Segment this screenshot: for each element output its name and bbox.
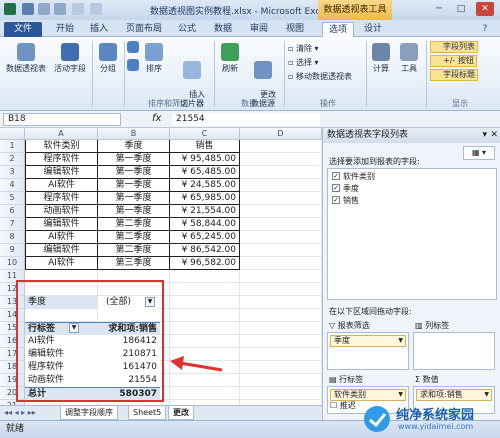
tab-formulas[interactable]: 公式: [172, 22, 202, 37]
pivot-field-list-panel: 数据透视表字段列表 ▾ ✕ 选择要添加到报表的字段: ▦ ▾ ✓ 软件类别 ✓ …: [322, 128, 500, 420]
group-icon: [99, 43, 117, 61]
red-arrow-head: [170, 356, 184, 370]
sort-az-button[interactable]: [126, 41, 140, 55]
tab-data[interactable]: 数据: [208, 22, 238, 37]
change-source-icon: [254, 61, 272, 79]
title-bar: 数据透视图实例教程.xlsx - Microsoft Excel 数据透视表工具…: [0, 0, 500, 20]
tab-home[interactable]: 开始: [50, 22, 80, 37]
report-filter-area-label: ▽ 报表筛选: [329, 321, 370, 330]
panel-dropdown-icon[interactable]: ▾: [482, 128, 487, 142]
ribbon: 数据透视表 活动字段 分组 排序 插入 切片器 排序和筛选 刷新 更改 数据源 …: [0, 37, 500, 111]
slicer-icon: [183, 61, 201, 79]
field-checkbox-list: ✓ 软件类别 ✓ 季度 ✓ 销售: [327, 168, 497, 300]
sort-icon: [145, 43, 163, 61]
field-checkbox[interactable]: ✓: [332, 184, 340, 192]
tab-insert[interactable]: 插入: [84, 22, 114, 37]
row-labels-area-label: ▤ 行标签: [329, 375, 364, 384]
tab-page-layout[interactable]: 页面布局: [120, 22, 168, 37]
defer-update-checkbox[interactable]: ☐ 推迟: [330, 400, 356, 411]
close-button[interactable]: ✕: [476, 2, 494, 16]
red-arrow: [179, 361, 223, 372]
sort-button[interactable]: 排序: [142, 43, 166, 74]
formula-bar: B18 fx 21554: [0, 111, 500, 128]
status-text: 就绪: [6, 424, 25, 434]
highlight-box: [16, 280, 164, 402]
tools-button[interactable]: 工具: [398, 43, 420, 74]
field-list-title: 数据透视表字段列表 ▾ ✕: [323, 128, 500, 143]
plus-minus-toggle[interactable]: +/- 按钮: [430, 55, 477, 67]
calculator-icon: [372, 43, 390, 61]
save-icon[interactable]: [22, 3, 34, 15]
field-list-toggle[interactable]: 字段列表: [430, 41, 478, 53]
quick-access-more-icon[interactable]: [90, 3, 102, 15]
active-field-button[interactable]: 活动字段: [50, 43, 90, 74]
pivot-tools-context-tab: 数据透视表工具: [318, 0, 392, 20]
sort-za-icon: [127, 59, 139, 71]
insert-function-icon[interactable]: fx: [152, 113, 161, 124]
refresh-button[interactable]: 刷新: [218, 43, 242, 74]
annotation-overlay: [16, 280, 223, 402]
tab-file[interactable]: 文件: [4, 22, 42, 37]
tab-review[interactable]: 审阅: [244, 22, 274, 37]
group-button[interactable]: 分组: [96, 43, 120, 74]
field-headers-toggle[interactable]: 字段标题: [430, 69, 478, 81]
watermark-icon: [364, 406, 390, 432]
chevron-down-icon: ▼: [398, 391, 403, 398]
filter-field-pill[interactable]: 季度 ▼: [330, 335, 406, 347]
tab-design[interactable]: 设计: [358, 22, 388, 37]
panel-close-icon[interactable]: ✕: [490, 128, 498, 142]
field-checkbox[interactable]: ✓: [332, 172, 340, 180]
window-title: 数据透视图实例教程.xlsx - Microsoft Excel: [150, 7, 329, 17]
report-filter-area[interactable]: 季度 ▼: [327, 332, 409, 370]
excel-logo-icon: [4, 3, 16, 15]
formula-input[interactable]: 21554: [172, 113, 320, 126]
print-preview-icon[interactable]: [72, 3, 84, 15]
tab-view[interactable]: 视图: [280, 22, 310, 37]
clear-button[interactable]: ▫ 清除 ▾: [288, 43, 319, 54]
layout-options-button[interactable]: ▦ ▾: [463, 146, 495, 160]
ribbon-tabs: 文件 开始 插入 页面布局 公式 数据 审阅 视图 选项 设计 ?: [0, 20, 500, 37]
move-pivot-button[interactable]: ▫ 移动数据透视表: [288, 71, 352, 82]
refresh-icon: [221, 43, 239, 61]
field-checkbox[interactable]: ✓: [332, 196, 340, 204]
sort-az-icon: [127, 41, 139, 53]
maximize-button[interactable]: □: [452, 2, 470, 16]
active-field-icon: [61, 43, 79, 61]
calculations-button[interactable]: 计算: [370, 43, 392, 74]
chevron-down-icon: ▼: [484, 391, 489, 398]
watermark-logo: 纯净系统家园 www.yidaimei.com: [358, 400, 500, 438]
sort-za-button[interactable]: [126, 59, 140, 73]
help-icon[interactable]: ?: [474, 22, 496, 37]
column-labels-area-label: ▥ 列标签: [415, 321, 450, 330]
redo-icon[interactable]: [54, 3, 66, 15]
pivot-table-icon: [17, 43, 35, 61]
chevron-down-icon: ▼: [398, 337, 403, 344]
tab-options[interactable]: 选项: [322, 22, 354, 37]
values-area-label: Σ 数值: [415, 375, 439, 384]
undo-icon[interactable]: [38, 3, 50, 15]
column-labels-area[interactable]: [413, 332, 495, 370]
pivot-table-button[interactable]: 数据透视表: [4, 43, 48, 74]
tools-icon: [400, 43, 418, 61]
name-box[interactable]: B18: [3, 113, 121, 126]
minimize-button[interactable]: ─: [430, 2, 448, 16]
select-button[interactable]: ▫ 选择 ▾: [288, 57, 319, 68]
